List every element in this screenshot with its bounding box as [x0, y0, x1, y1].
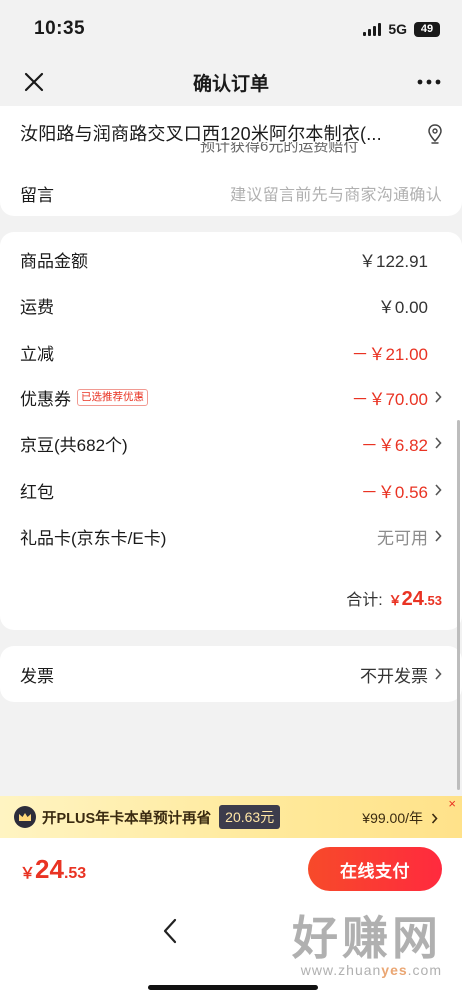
status-time: 10:35	[34, 18, 86, 39]
total-currency: ￥	[388, 593, 402, 608]
total-decimal: .53	[423, 593, 442, 608]
recommended-coupon-badge: 已选推荐优惠	[77, 388, 148, 406]
pay-online-button[interactable]: 在线支付	[308, 847, 442, 891]
order-total: 合计: ￥ 24 .53	[346, 586, 442, 611]
price-row-coupon[interactable]: 优惠券 已选推荐优惠 －￥70.00	[20, 382, 442, 412]
chevron-right-icon	[431, 812, 438, 824]
chevron-right-icon	[435, 437, 442, 449]
plus-price[interactable]: ¥99.00/年	[362, 808, 438, 828]
price-row-shipping: 运费 ￥0.00	[20, 290, 442, 320]
chevron-right-icon	[435, 391, 442, 403]
red-envelope-amount: －￥0.56	[360, 482, 428, 502]
discount-amount: －￥21.00	[351, 344, 428, 364]
battery-icon: 49	[414, 21, 440, 37]
close-button[interactable]	[20, 68, 48, 96]
price-row-red-envelope[interactable]: 红包 －￥0.56	[20, 475, 442, 505]
row-label: 红包	[20, 482, 54, 502]
remark-input[interactable]: 建议留言前先与商家沟通确认	[230, 181, 442, 205]
page-title: 确认订单	[192, 73, 269, 95]
row-label: 京豆(共682个)	[20, 435, 128, 455]
chevron-right-icon	[435, 668, 442, 680]
gift-card-status: 无可用	[377, 528, 428, 548]
plus-saving-badge: 20.63元	[219, 805, 281, 829]
price-row-jingdou[interactable]: 京豆(共682个) －￥6.82	[20, 428, 442, 458]
remark-row[interactable]: 留言 建议留言前先与商家沟通确认	[20, 178, 442, 208]
status-bar: 10:35 5G 49	[0, 0, 462, 58]
chevron-right-icon	[435, 530, 442, 542]
more-button[interactable]	[414, 68, 444, 96]
coupon-amount: －￥70.00	[351, 389, 428, 409]
chevron-right-icon	[435, 484, 442, 496]
price-row-gift-card[interactable]: 礼品卡(京东卡/E卡) 无可用	[20, 521, 442, 551]
plus-crown-icon	[14, 806, 36, 828]
watermark-title: 好赚网	[292, 912, 442, 964]
battery-level: 49	[420, 23, 434, 35]
row-label: 优惠券	[20, 389, 71, 409]
goods-amount: ￥122.91	[359, 251, 428, 271]
more-icon	[417, 79, 441, 85]
checkout-decimal: .53	[63, 864, 87, 882]
checkout-bar: ￥ 24 .53 在线支付	[0, 838, 462, 900]
plus-annual-price: ¥99.00/年	[362, 810, 423, 826]
invoice-card[interactable]: 发票 不开发票	[0, 646, 462, 702]
row-label: 礼品卡(京东卡/E卡)	[20, 528, 167, 548]
network-type: 5G	[388, 21, 407, 37]
back-arrow-icon[interactable]	[160, 918, 180, 944]
invoice-row[interactable]: 发票 不开发票	[20, 659, 442, 689]
invoice-label: 发票	[20, 666, 54, 686]
total-integer: 24	[401, 588, 424, 610]
watermark-url: www.zhuanyes.com	[300, 962, 442, 978]
checkout-integer: 24	[35, 853, 64, 884]
scrollbar[interactable]	[457, 420, 460, 790]
invoice-value: 不开发票	[360, 666, 428, 686]
row-label: 立减	[20, 344, 54, 364]
site-watermark: 好赚网 www.zhuanyes.com	[292, 912, 442, 978]
price-row-discount: 立减 －￥21.00	[20, 337, 442, 367]
close-icon	[24, 72, 44, 92]
signal-icon	[363, 22, 382, 36]
shipping-compensation-note: 预计获得6元的运费赔付	[200, 142, 359, 155]
plus-membership-banner[interactable]: 开PLUS年卡本单预计再省 20.63元 ¥99.00/年 ×	[0, 796, 462, 838]
home-indicator[interactable]	[148, 985, 318, 990]
location-pin-icon[interactable]	[426, 123, 444, 145]
status-indicators: 5G 49	[363, 21, 440, 37]
plus-promo-text: 开PLUS年卡本单预计再省	[42, 810, 212, 827]
price-breakdown-card: 商品金额 ￥122.91 运费 ￥0.00 立减 －￥21.00 优惠券 已选推…	[0, 232, 462, 630]
remark-label: 留言	[20, 185, 54, 205]
total-label: 合计:	[346, 592, 383, 609]
checkout-currency: ￥	[20, 864, 36, 882]
row-label: 商品金额	[20, 251, 88, 271]
checkout-total: ￥ 24 .53	[20, 854, 86, 885]
nav-bar: 确认订单	[0, 58, 462, 106]
shipping-amount: ￥0.00	[377, 297, 428, 317]
close-banner-icon[interactable]: ×	[448, 796, 456, 811]
price-row-goods: 商品金额 ￥122.91	[20, 244, 442, 274]
row-label: 运费	[20, 297, 54, 317]
jingdou-amount: －￥6.82	[360, 435, 428, 455]
